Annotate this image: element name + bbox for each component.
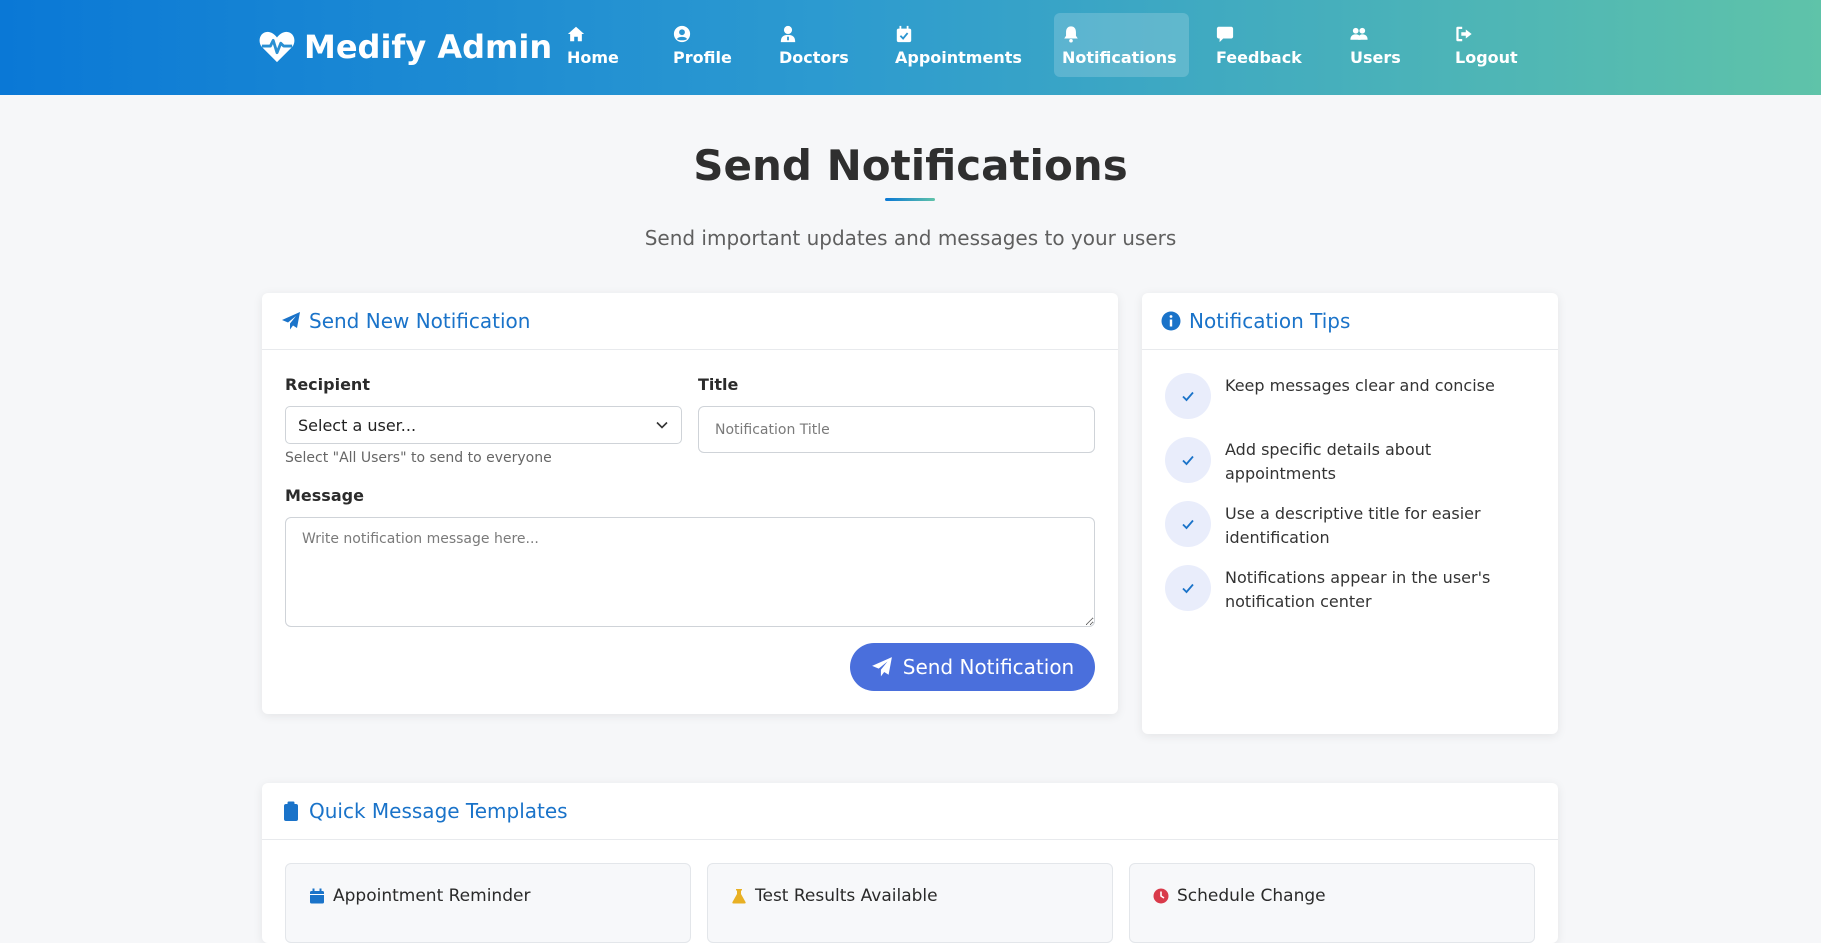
clipboard-icon	[284, 801, 298, 821]
send-button-label: Send Notification	[902, 655, 1075, 679]
recipient-selected-value: Select a user...	[298, 415, 417, 435]
paper-plane-icon	[282, 312, 300, 330]
calendar-icon	[310, 888, 324, 904]
recipient-label: Recipient	[285, 375, 370, 394]
nav-notifications[interactable]: Notifications	[1054, 13, 1189, 77]
logout-icon	[1456, 26, 1472, 41]
calendar-check-icon	[896, 25, 912, 42]
nav-profile[interactable]: Profile	[665, 13, 740, 77]
tip-item: Add specific details about appointments	[1165, 437, 1535, 486]
templates-card-title: Quick Message Templates	[309, 799, 568, 823]
flask-icon	[732, 889, 746, 904]
page-title: Send Notifications	[693, 141, 1128, 190]
nav-feedback-label: Feedback	[1216, 47, 1302, 67]
doctor-icon	[780, 25, 796, 42]
recipient-select[interactable]: Select a user...	[285, 406, 682, 444]
comment-icon	[1216, 26, 1234, 42]
nav-doctors[interactable]: Doctors	[771, 13, 857, 77]
nav-logout-label: Logout	[1455, 47, 1518, 67]
nav-home[interactable]: Home	[559, 13, 627, 77]
template-label: Schedule Change	[1177, 886, 1326, 906]
send-notification-card: Send New Notification Recipient Select a…	[262, 293, 1118, 714]
template-test-results[interactable]: Test Results Available	[707, 863, 1113, 943]
tip-check-badge	[1165, 437, 1211, 483]
nav-profile-label: Profile	[673, 47, 732, 67]
chevron-down-icon	[656, 421, 668, 429]
tip-text: Add specific details about appointments	[1225, 440, 1432, 483]
template-appointment-reminder[interactable]: Appointment Reminder	[285, 863, 691, 943]
tip-text: Use a descriptive title for easier ident…	[1225, 504, 1481, 547]
nav-users-label: Users	[1350, 47, 1401, 67]
page-subtitle: Send important updates and messages to y…	[644, 226, 1177, 250]
tip-item: Notifications appear in the user's notif…	[1165, 565, 1535, 614]
template-schedule-change[interactable]: Schedule Change	[1129, 863, 1535, 943]
check-icon	[1182, 583, 1194, 594]
check-icon	[1182, 519, 1194, 530]
nav-appointments[interactable]: Appointments	[887, 13, 1030, 77]
brand-logo[interactable]: Medify Admin	[258, 26, 552, 68]
user-circle-icon	[673, 25, 691, 42]
nav-users[interactable]: Users	[1342, 13, 1409, 77]
tips-card-header: Notification Tips	[1142, 293, 1558, 350]
clock-icon	[1153, 888, 1169, 904]
info-circle-icon	[1161, 311, 1181, 331]
check-icon	[1182, 455, 1194, 466]
title-underline	[885, 198, 935, 201]
nav-doctors-label: Doctors	[779, 47, 849, 67]
quick-templates-card: Quick Message Templates Appointment Remi…	[262, 783, 1558, 943]
send-card-title: Send New Notification	[309, 309, 531, 333]
recipient-help-text: Select "All Users" to send to everyone	[285, 450, 552, 466]
template-label: Test Results Available	[755, 886, 938, 906]
send-notification-button[interactable]: Send Notification	[850, 643, 1095, 691]
nav-logout[interactable]: Logout	[1447, 13, 1526, 77]
template-label: Appointment Reminder	[333, 886, 531, 906]
notification-tips-card: Notification Tips Keep messages clear an…	[1142, 293, 1558, 734]
paper-plane-icon	[871, 657, 892, 677]
users-icon	[1350, 27, 1368, 40]
title-label: Title	[698, 375, 739, 394]
nav-appointments-label: Appointments	[895, 47, 1022, 67]
bell-icon	[1064, 25, 1078, 43]
templates-card-header: Quick Message Templates	[262, 783, 1558, 840]
tip-check-badge	[1165, 565, 1211, 611]
tip-check-badge	[1165, 501, 1211, 547]
heartbeat-icon	[259, 31, 295, 63]
tip-check-badge	[1165, 373, 1211, 419]
check-icon	[1182, 391, 1194, 402]
nav-home-label: Home	[567, 47, 619, 67]
top-navbar: Medify Admin Home Profile Doctors Appoin…	[0, 0, 1821, 95]
tip-item: Use a descriptive title for easier ident…	[1165, 501, 1535, 550]
title-input[interactable]	[698, 406, 1095, 453]
nav-feedback[interactable]: Feedback	[1208, 13, 1310, 77]
home-icon	[567, 26, 585, 41]
message-label: Message	[285, 486, 364, 505]
tip-text: Notifications appear in the user's notif…	[1225, 568, 1491, 611]
tip-text: Keep messages clear and concise	[1225, 376, 1495, 395]
send-card-header: Send New Notification	[262, 293, 1118, 350]
tip-item: Keep messages clear and concise	[1165, 373, 1535, 419]
nav-notifications-label: Notifications	[1062, 47, 1177, 67]
message-textarea[interactable]	[285, 517, 1095, 627]
tips-card-title: Notification Tips	[1189, 309, 1351, 333]
brand-name: Medify Admin	[304, 28, 553, 66]
